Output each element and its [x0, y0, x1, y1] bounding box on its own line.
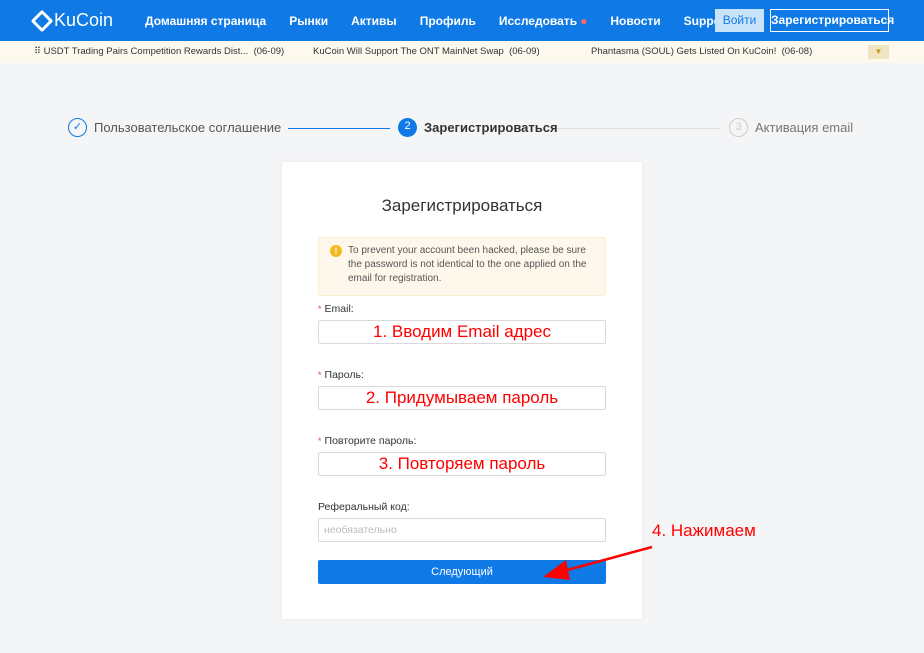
annotation-arrow-icon: [543, 545, 653, 580]
